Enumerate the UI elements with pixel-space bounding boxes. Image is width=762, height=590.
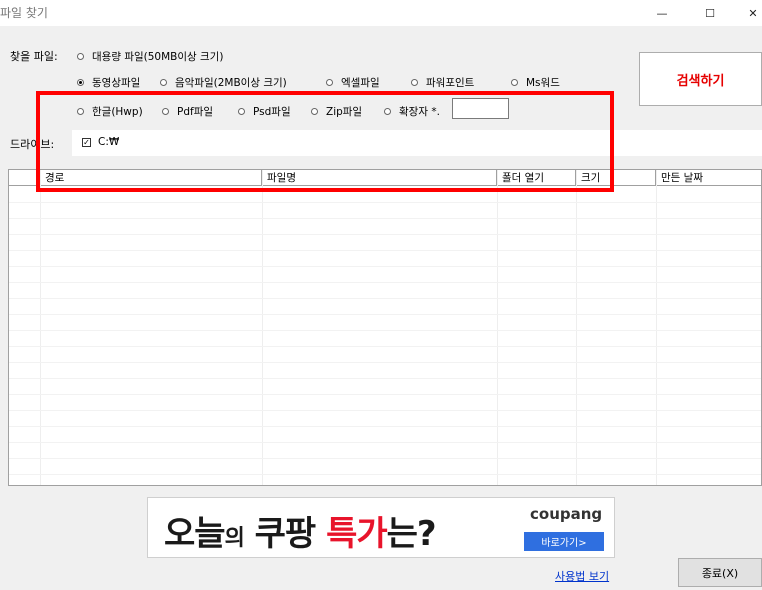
ad-headline: 오늘의 쿠팡 특가는?: [164, 506, 437, 555]
ad-text-coupang: 쿠팡: [254, 514, 317, 554]
grid-row-line: [9, 426, 761, 427]
radio-icon: [411, 79, 418, 86]
ad-text-question: 는?: [386, 514, 437, 554]
grid-row-line: [9, 474, 761, 475]
grid-row-line: [9, 218, 761, 219]
option-label: 파워포인트: [426, 77, 475, 89]
exit-button[interactable]: 종료(X): [678, 558, 762, 587]
column-created-date[interactable]: 만든 날짜: [656, 170, 761, 186]
search-file-label: 찾을 파일:: [10, 50, 58, 63]
grid-row-line: [9, 266, 761, 267]
grid-row-line: [9, 314, 761, 315]
grid-row-line: [9, 346, 761, 347]
option-label: Ms워드: [526, 77, 560, 89]
grid-row-line: [9, 330, 761, 331]
option-large-files[interactable]: 대용량 파일(50MB이상 크기): [77, 49, 223, 64]
help-link[interactable]: 사용법 보기: [555, 568, 609, 584]
ad-text-special: 특가: [326, 514, 388, 554]
option-music[interactable]: 음악파일(2MB이상 크기): [160, 75, 287, 90]
option-label: 대용량 파일(50MB이상 크기): [92, 51, 224, 63]
grid-row-line: [9, 234, 761, 235]
option-label: 음악파일(2MB이상 크기): [175, 77, 287, 89]
grid-row-line: [9, 298, 761, 299]
coupang-ad-banner[interactable]: 오늘의 쿠팡 특가는? coupang 바로가기>: [147, 497, 615, 558]
option-video[interactable]: 동영상파일: [77, 75, 140, 90]
grid-row-line: [9, 378, 761, 379]
radio-icon: [77, 53, 84, 60]
option-powerpoint[interactable]: 파워포인트: [411, 75, 474, 90]
grid-row-line: [9, 282, 761, 283]
option-excel[interactable]: 엑셀파일: [326, 75, 380, 90]
radio-icon: [160, 79, 167, 86]
grid-row-line: [9, 410, 761, 411]
option-label: 동영상파일: [92, 77, 141, 89]
radio-icon: [326, 79, 333, 86]
ad-text-today: 오늘: [164, 514, 226, 554]
minimize-button[interactable]: —: [642, 0, 682, 26]
option-msword[interactable]: Ms워드: [511, 75, 560, 90]
close-window-button[interactable]: ✕: [733, 0, 762, 26]
coupang-logo: coupang: [530, 505, 603, 523]
grid-row-line: [9, 442, 761, 443]
search-button[interactable]: 검색하기: [639, 52, 762, 106]
radio-selected-icon: [77, 79, 84, 86]
grid-row-line: [9, 202, 761, 203]
grid-row-line: [9, 458, 761, 459]
grid-row-line: [9, 250, 761, 251]
highlight-box: [36, 91, 614, 192]
ad-text-of: 의: [224, 526, 245, 551]
results-grid[interactable]: 경로 파일명 폴더 열기 크기 만든 날짜: [8, 169, 762, 486]
ad-go-button[interactable]: 바로가기>: [524, 532, 604, 551]
maximize-button[interactable]: ☐: [690, 0, 730, 26]
radio-icon: [511, 79, 518, 86]
grid-row-line: [9, 362, 761, 363]
window-title: 파일 찾기: [0, 6, 48, 20]
grid-row-line: [9, 394, 761, 395]
option-label: 엑셀파일: [341, 77, 380, 89]
